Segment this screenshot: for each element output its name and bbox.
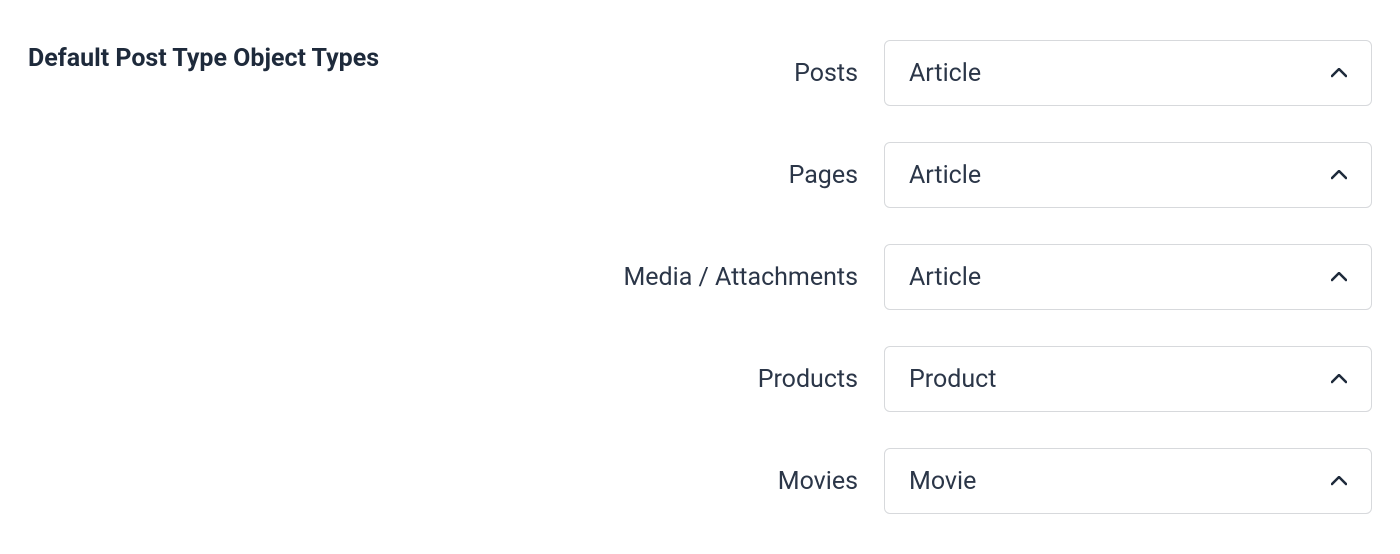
- field-row-media-attachments: Media / Attachments Article: [528, 244, 1372, 310]
- select-posts[interactable]: Article: [884, 40, 1372, 106]
- select-value-products: Product: [909, 365, 996, 394]
- section-title: Default Post Type Object Types: [28, 40, 488, 73]
- chevron-up-icon: [1331, 167, 1347, 183]
- select-value-posts: Article: [909, 59, 981, 88]
- field-label-movies: Movies: [778, 467, 858, 496]
- chevron-up-icon: [1331, 473, 1347, 489]
- select-media-attachments[interactable]: Article: [884, 244, 1372, 310]
- select-products[interactable]: Product: [884, 346, 1372, 412]
- select-value-pages: Article: [909, 161, 981, 190]
- field-row-products: Products Product: [528, 346, 1372, 412]
- select-pages[interactable]: Article: [884, 142, 1372, 208]
- field-label-media-attachments: Media / Attachments: [623, 263, 858, 292]
- field-row-movies: Movies Movie: [528, 448, 1372, 514]
- field-row-pages: Pages Article: [528, 142, 1372, 208]
- select-value-media-attachments: Article: [909, 263, 981, 292]
- field-label-posts: Posts: [794, 59, 858, 88]
- select-movies[interactable]: Movie: [884, 448, 1372, 514]
- chevron-up-icon: [1331, 269, 1347, 285]
- field-label-products: Products: [758, 365, 858, 394]
- chevron-up-icon: [1331, 65, 1347, 81]
- field-row-posts: Posts Article: [528, 40, 1372, 106]
- chevron-up-icon: [1331, 371, 1347, 387]
- fields-list: Posts Article Pages Article Media / Atta…: [528, 40, 1372, 514]
- field-label-pages: Pages: [789, 161, 858, 190]
- settings-section: Default Post Type Object Types Posts Art…: [28, 40, 1372, 514]
- select-value-movies: Movie: [909, 467, 976, 496]
